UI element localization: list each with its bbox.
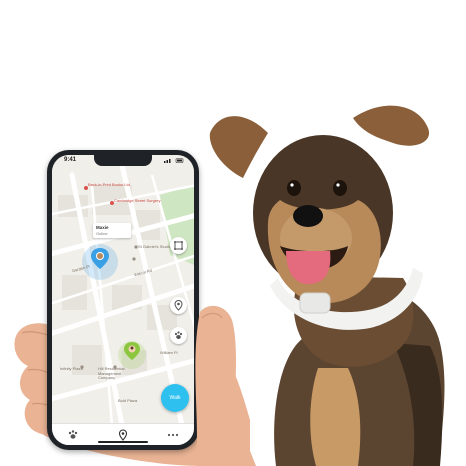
status-bar-time: 9:41	[64, 157, 77, 163]
map-label-poi: Bold Plaza	[118, 398, 138, 403]
paws-icon	[174, 331, 183, 339]
location-button[interactable]	[170, 297, 187, 314]
pet-status: Online	[96, 231, 108, 236]
map-view[interactable]	[52, 155, 194, 423]
map-label-poi: Infinity Plaza	[60, 366, 83, 371]
pet-name: Maxie	[96, 225, 109, 230]
smartphone: 9:41 Back-in-Print Books Ltd Cambridge S…	[47, 150, 199, 450]
more-dots-icon[interactable]	[166, 428, 180, 442]
paw-tab-icon[interactable]	[66, 428, 80, 442]
phone-notch	[94, 155, 152, 166]
fence-button[interactable]	[170, 237, 187, 254]
status-bar-icons	[164, 158, 184, 163]
home-indicator	[98, 441, 148, 443]
map-pin-tab-icon[interactable]	[116, 428, 130, 442]
map-label-poi: Back-in-Print Books Ltd	[88, 182, 130, 187]
map-label-poi: William Pi	[160, 350, 178, 355]
fence-icon	[174, 241, 183, 250]
phone-screen: 9:41 Back-in-Print Books Ltd Cambridge S…	[52, 155, 194, 445]
walk-button[interactable]: Walk	[161, 384, 189, 412]
location-pin-icon	[174, 299, 183, 311]
pets-button[interactable]	[170, 327, 187, 344]
map-label-poi: Hill Residential Management Company	[98, 366, 125, 380]
thumb	[195, 305, 256, 466]
map-label-poi: St Gabriel's Studios	[138, 244, 174, 249]
pet-status-callout[interactable]: Maxie Online	[93, 223, 131, 238]
product-photo: 9:41 Back-in-Print Books Ltd Cambridge S…	[0, 0, 466, 466]
map-label-poi: Cambridge Street Surgery	[114, 198, 161, 203]
